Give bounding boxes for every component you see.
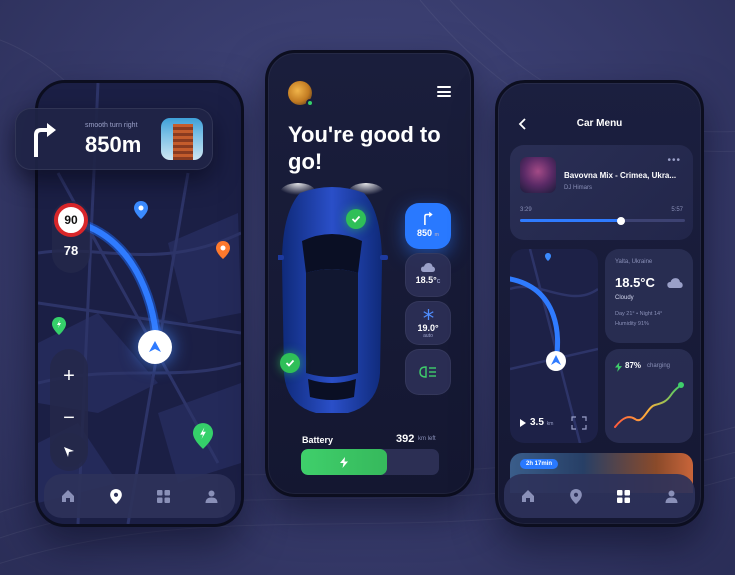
hamburger-menu-icon[interactable]: [437, 86, 451, 97]
navigation-arrow-icon: [149, 341, 161, 352]
lightning-icon: [339, 456, 348, 468]
song-title: Bavovna Mix - Crimea, Ukra...: [564, 171, 677, 180]
outside-temperature-unit: C: [436, 279, 441, 285]
widget-turn-unit: m: [434, 232, 439, 238]
vehicle-position-marker: [138, 330, 172, 364]
tab-home[interactable]: [59, 487, 77, 505]
tab-home[interactable]: [519, 487, 537, 505]
headlight-icon: [419, 366, 436, 378]
car-top-view: [278, 183, 388, 413]
battery-level-fill: [301, 449, 387, 475]
battery-level-bar: [301, 449, 439, 475]
music-player-card[interactable]: ••• Bavovna Mix - Crimea, Ukra... DJ Him…: [510, 145, 693, 240]
user-icon: [665, 490, 678, 503]
recenter-button[interactable]: [50, 433, 88, 471]
home-phone: You're good to go! 850 m 18.5°C 19.0° au…: [265, 50, 474, 497]
cloud-icon: [421, 263, 435, 272]
speed-limit-sign: 90: [54, 203, 88, 237]
tab-map[interactable]: [567, 487, 585, 505]
weather-card[interactable]: Yalta, Ukraine 18.5°C Cloudy Day 21° • N…: [605, 249, 693, 343]
zoom-out-button[interactable]: −: [50, 399, 88, 437]
battery-label: Battery: [302, 435, 334, 445]
range-unit: km left: [418, 436, 436, 442]
turn-distance: 850m: [85, 132, 142, 157]
bottom-tab-bar: [504, 474, 695, 518]
playback-progress-bar[interactable]: [520, 216, 685, 225]
tab-apps[interactable]: [154, 487, 172, 505]
grid-icon: [616, 489, 630, 503]
headlights-toggle[interactable]: [405, 349, 451, 395]
user-icon: [205, 490, 218, 503]
charging-graph: [614, 382, 684, 428]
home-icon: [61, 490, 74, 502]
tab-map[interactable]: [107, 487, 125, 505]
tab-profile[interactable]: [662, 487, 680, 505]
playback-scrubber[interactable]: [616, 216, 625, 225]
climate-mode: auto: [423, 333, 433, 339]
charge-label: charging: [647, 363, 671, 369]
navigation-widget[interactable]: 850 m: [405, 203, 451, 249]
turn-hint: smooth turn right: [85, 122, 138, 129]
weather-temperature: 18.5°C: [615, 275, 655, 290]
weather-condition: Cloudy: [615, 295, 634, 301]
album-art: [520, 157, 556, 193]
weather-widget[interactable]: 18.5°C: [405, 253, 451, 297]
range-value: 392: [396, 433, 415, 445]
home-icon: [521, 490, 534, 502]
turn-right-arrow-icon: [424, 211, 433, 225]
widget-turn-distance: 850: [417, 228, 433, 238]
more-options-icon[interactable]: •••: [667, 155, 681, 166]
mini-map-distance: 3.5 km: [530, 417, 554, 428]
current-speed: 78: [63, 243, 79, 258]
location-arrow-icon: [64, 447, 74, 457]
charging-station-pin-icon[interactable]: [193, 423, 213, 449]
map-pin-icon: [109, 488, 122, 504]
tab-profile[interactable]: [202, 487, 220, 505]
page-title: Car Menu: [576, 118, 623, 129]
time-total: 5:57: [671, 207, 683, 213]
charge-percent: 87%: [625, 361, 642, 370]
climate-widget[interactable]: 19.0° auto: [405, 301, 451, 345]
status-ok-rear-icon: [280, 353, 300, 373]
map-pin-orange-icon[interactable]: [216, 241, 230, 259]
tab-apps[interactable]: [614, 487, 632, 505]
status-ok-front-icon: [346, 209, 366, 229]
artist-name: DJ Himars: [564, 185, 592, 191]
cloud-icon: [667, 278, 683, 288]
zoom-in-button[interactable]: +: [50, 357, 88, 395]
map-pin-icon: [569, 488, 582, 504]
playback-progress-fill: [520, 219, 621, 222]
speed-indicator: 90 78: [52, 201, 90, 273]
bottom-tab-bar: [44, 474, 235, 518]
weather-humidity: Humidity 91%: [615, 321, 649, 327]
mini-map-distance-unit: km: [546, 421, 554, 427]
charging-card[interactable]: 87% charging: [605, 349, 693, 443]
map-pin-blue-icon[interactable]: [134, 201, 148, 219]
snowflake-icon: [422, 309, 434, 320]
mini-map: [510, 249, 598, 443]
online-status-dot: [306, 99, 314, 107]
car-menu-phone: Car Menu ••• Bavovna Mix - Crimea, Ukra.…: [495, 80, 704, 527]
avatar[interactable]: [288, 81, 314, 107]
lightning-icon: [615, 362, 622, 372]
weather-location: Yalta, Ukraine: [615, 259, 653, 265]
turn-instruction-card[interactable]: smooth turn right 850m: [15, 108, 213, 170]
weather-day-night: Day 21° • Night 14°: [615, 311, 663, 317]
outside-temperature: 18.5°: [415, 275, 437, 285]
grid-icon: [156, 489, 170, 503]
eta-badge: 2h 17min: [520, 459, 559, 469]
climate-temperature: 19.0°: [417, 323, 439, 333]
mini-map-card[interactable]: 3.5 km: [510, 249, 598, 443]
turn-right-arrow-icon: [34, 123, 56, 157]
map-pin-green-icon[interactable]: [52, 317, 66, 335]
destination-thumbnail: [161, 118, 203, 160]
time-elapsed: 3:29: [520, 207, 532, 213]
greeting-title: You're good to go!: [288, 122, 441, 174]
